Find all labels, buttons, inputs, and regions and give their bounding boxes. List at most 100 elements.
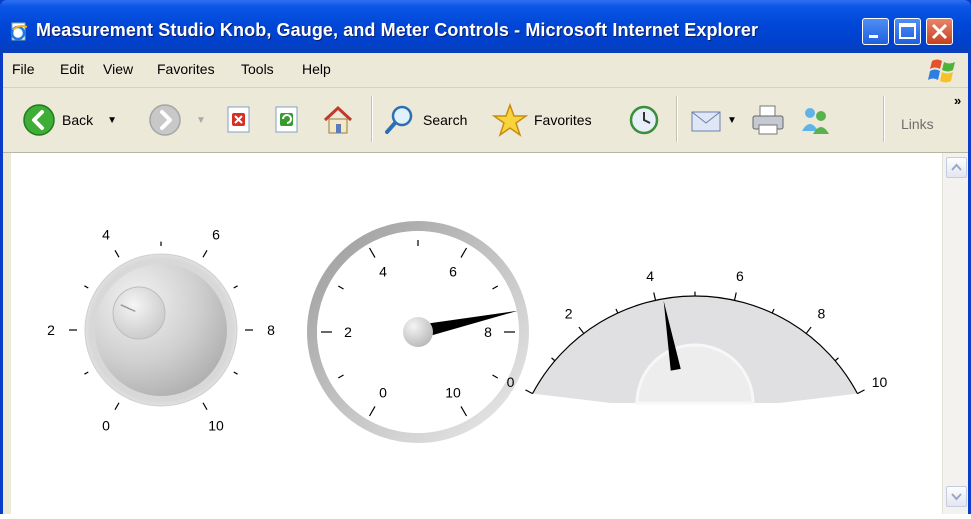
stop-button[interactable]	[224, 100, 254, 140]
back-dropdown-icon[interactable]: ▼	[107, 115, 117, 126]
favorites-button[interactable]: Favorites	[492, 100, 592, 140]
knob-tick	[84, 285, 89, 289]
meter-tick	[733, 292, 737, 301]
gauge-hub	[403, 317, 433, 347]
close-icon	[931, 23, 948, 40]
meter-tick	[857, 389, 865, 395]
meter-tick	[615, 308, 619, 314]
printer-icon	[752, 105, 784, 135]
gauge-tick-label: 4	[379, 263, 387, 279]
knob-tick	[114, 250, 120, 258]
back-label: Back	[62, 112, 94, 128]
favorites-label: Favorites	[534, 112, 592, 128]
menu-edit[interactable]: Edit	[60, 61, 84, 77]
forward-arrow-icon	[149, 104, 181, 136]
meter-tick	[551, 357, 556, 362]
meter-tick	[771, 308, 775, 314]
close-button[interactable]	[926, 18, 953, 45]
meter-tick-label: 8	[817, 306, 825, 322]
chevron-down-icon	[951, 493, 962, 501]
vertical-scrollbar[interactable]	[942, 153, 969, 514]
links-label[interactable]: Links	[901, 116, 934, 132]
forward-button[interactable]: ▼	[148, 100, 206, 140]
knob-tick-label: 6	[212, 227, 220, 243]
search-label: Search	[423, 112, 468, 128]
search-button[interactable]: Search	[383, 100, 467, 140]
meter-tick-label: 6	[736, 268, 744, 284]
knob-tick	[202, 402, 208, 410]
minimize-icon	[869, 35, 878, 38]
stop-icon	[227, 106, 250, 133]
back-arrow-icon	[23, 104, 55, 136]
scroll-up-button[interactable]	[946, 157, 967, 178]
ie-page-icon	[10, 22, 28, 41]
meter-tick-label: 2	[565, 306, 573, 322]
windows-logo-icon	[928, 59, 955, 83]
menu-bar: File Edit View Favorites Tools Help	[3, 53, 968, 88]
gauge-tick-label: 10	[445, 385, 461, 401]
standard-toolbar: Back ▼ ▼ Search Favorites ▼ Links »	[3, 88, 968, 153]
knob-tick	[84, 371, 89, 375]
window-title: Measurement Studio Knob, Gauge, and Mete…	[36, 20, 759, 40]
menu-favorites[interactable]: Favorites	[157, 61, 215, 77]
gauge-tick-label: 2	[344, 324, 352, 340]
page-content: 0 2 4 6 8 10 0 2 4 6 8 10 0 2 4 6 8 10	[11, 153, 942, 514]
gauge-tick-label: 6	[449, 263, 457, 279]
meter-tick	[805, 326, 812, 334]
gauge-control: 0 2 4 6 8 10	[307, 221, 529, 443]
menu-help[interactable]: Help	[302, 61, 331, 77]
knob-tick-label: 8	[267, 322, 275, 338]
messenger-button[interactable]	[798, 100, 834, 140]
knob-tick	[202, 250, 208, 258]
minimize-button[interactable]	[862, 18, 889, 45]
maximize-button[interactable]	[894, 18, 921, 45]
knob-tick-label: 0	[102, 417, 110, 433]
back-button[interactable]: Back ▼	[22, 100, 117, 140]
home-button[interactable]	[321, 100, 355, 140]
toolbar-separator	[883, 96, 885, 142]
maximize-icon	[899, 23, 916, 39]
knob-tick	[114, 402, 120, 410]
content-frame-left	[3, 153, 11, 514]
meter-tick-label: 0	[507, 374, 515, 390]
scroll-down-button[interactable]	[946, 486, 967, 507]
menu-view[interactable]: View	[103, 61, 133, 77]
controls-canvas: 0 2 4 6 8 10 0 2 4 6 8 10 0 2 4 6 8 10	[47, 221, 888, 443]
meter-tick	[834, 357, 839, 362]
knob-tick-label: 4	[102, 227, 110, 243]
meter-tick	[578, 326, 585, 334]
toolbar-separator	[676, 96, 678, 142]
knob-face[interactable]	[95, 264, 227, 396]
meter-tick	[653, 292, 657, 301]
knob-tick-label: 2	[47, 322, 55, 338]
knob-control[interactable]: 0 2 4 6 8 10	[47, 227, 275, 434]
gauge-tick-label: 8	[484, 324, 492, 340]
mail-icon	[691, 111, 721, 132]
knob-tick-label: 10	[208, 417, 224, 433]
mail-dropdown-icon[interactable]: ▼	[727, 115, 737, 126]
refresh-button[interactable]	[272, 100, 302, 140]
messenger-icon	[802, 108, 829, 134]
gauge-tick-label: 0	[379, 385, 387, 401]
toolbar-separator	[371, 96, 373, 142]
knob-tick	[233, 285, 238, 289]
star-icon	[492, 103, 528, 137]
home-icon	[323, 105, 353, 134]
meter-control: 0 2 4 6 8 10	[507, 268, 888, 405]
knob-tick	[233, 371, 238, 375]
toolbar-chevron-icon[interactable]: »	[954, 93, 961, 108]
forward-dropdown-icon[interactable]: ▼	[196, 115, 206, 126]
mail-button[interactable]: ▼	[689, 100, 737, 140]
meter-tick-label: 10	[872, 374, 888, 390]
history-button[interactable]	[627, 100, 661, 140]
print-button[interactable]	[750, 100, 786, 140]
title-bar[interactable]: Measurement Studio Knob, Gauge, and Mete…	[0, 0, 971, 53]
meter-tick-label: 4	[646, 268, 654, 284]
menu-tools[interactable]: Tools	[241, 61, 274, 77]
chevron-up-icon	[951, 163, 962, 171]
search-icon	[385, 105, 413, 134]
knob-indicator-spot	[112, 286, 166, 340]
menu-file[interactable]: File	[12, 61, 35, 77]
refresh-icon	[275, 106, 298, 133]
meter-tick	[525, 389, 533, 395]
